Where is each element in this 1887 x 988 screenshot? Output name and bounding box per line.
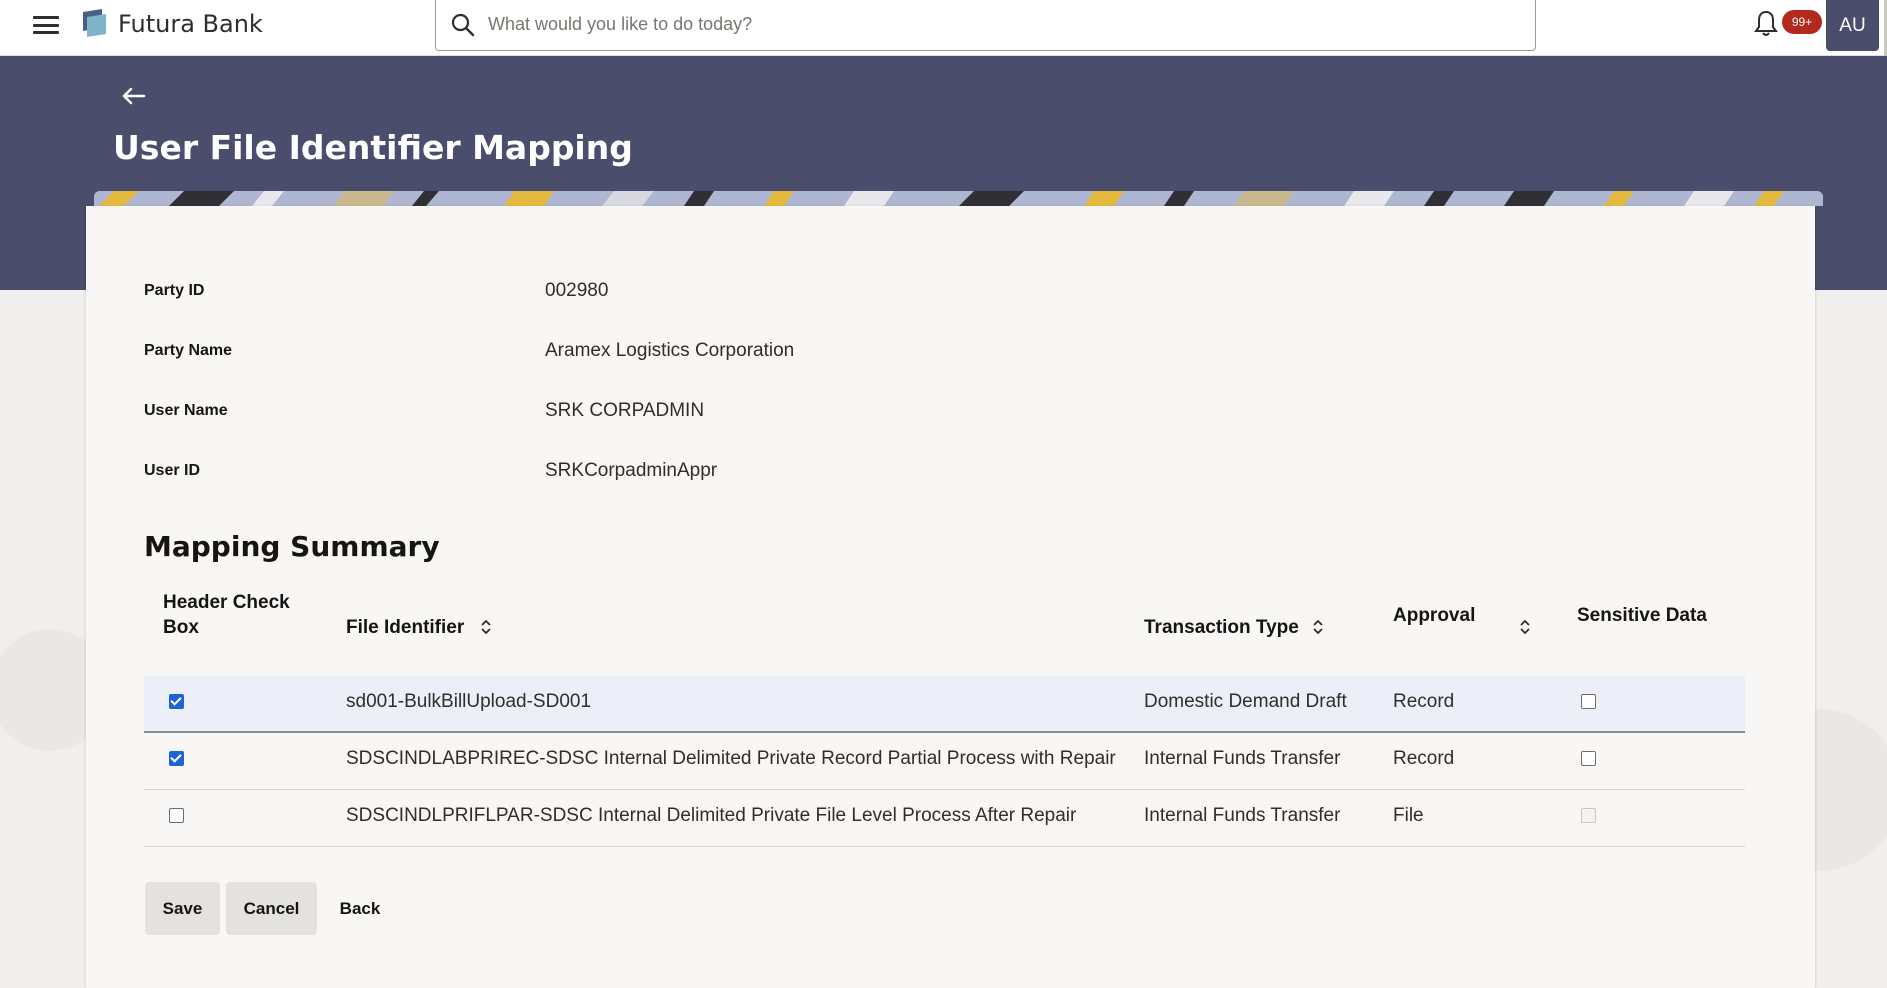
column-file-identifier[interactable]: File Identifier	[346, 615, 464, 640]
column-sensitive-data[interactable]: Sensitive Data	[1577, 603, 1707, 628]
table-row[interactable]: sd001-BulkBillUpload-SD001 Domestic Dema…	[144, 676, 1745, 733]
sort-approval-icon[interactable]	[1518, 617, 1532, 637]
sensitive-data-checkbox[interactable]	[1581, 751, 1596, 766]
row-checkbox[interactable]	[169, 694, 184, 709]
party-id-label: Party ID	[144, 282, 205, 299]
sensitive-data-checkbox[interactable]	[1581, 694, 1596, 709]
transaction-type-cell: Internal Funds Transfer	[1144, 748, 1341, 769]
column-header-check-box-line2: Box	[163, 617, 199, 638]
sensitive-data-checkbox-disabled	[1581, 808, 1596, 823]
row-checkbox[interactable]	[169, 808, 184, 823]
party-name-label: Party Name	[144, 342, 233, 359]
approval-cell: File	[1393, 805, 1424, 826]
menu-icon[interactable]	[33, 14, 59, 36]
decorative-banner-strip	[94, 191, 1823, 206]
party-name-value: Aramex Logistics Corporation	[545, 340, 795, 361]
user-id-label: User ID	[144, 462, 201, 479]
notification-badge[interactable]: 99+	[1782, 10, 1822, 34]
page-title: User File Identifier Mapping	[113, 128, 633, 167]
sort-file-identifier-icon[interactable]	[479, 617, 493, 637]
avatar[interactable]: AU	[1826, 0, 1879, 51]
table-row[interactable]: SDSCINDLABPRIREC-SDSC Internal Delimited…	[144, 733, 1745, 790]
file-identifier-cell: SDSCINDLABPRIREC-SDSC Internal Delimited…	[346, 748, 1116, 769]
user-id-value: SRKCorpadminAppr	[545, 460, 718, 481]
transaction-type-cell: Domestic Demand Draft	[1144, 691, 1347, 712]
back-button[interactable]: Back	[330, 882, 390, 935]
approval-cell: Record	[1393, 691, 1455, 712]
mapping-summary-title: Mapping Summary	[144, 530, 440, 563]
search-icon	[451, 13, 475, 37]
approval-cell: Record	[1393, 748, 1455, 769]
brand-name[interactable]: Futura Bank	[118, 10, 263, 38]
user-name-value: SRK CORPADMIN	[545, 400, 705, 421]
transaction-type-cell: Internal Funds Transfer	[1144, 805, 1341, 826]
bell-icon[interactable]	[1752, 9, 1780, 39]
search-bar[interactable]	[435, 0, 1536, 51]
column-transaction-type[interactable]: Transaction Type	[1144, 615, 1299, 640]
column-header-check-box-line1: Header Check	[163, 592, 290, 613]
sort-transaction-type-icon[interactable]	[1311, 617, 1325, 637]
file-identifier-cell: sd001-BulkBillUpload-SD001	[346, 691, 592, 712]
back-arrow-icon[interactable]	[118, 80, 150, 112]
search-input[interactable]	[488, 8, 1488, 40]
content-card	[86, 206, 1815, 988]
user-name-label: User Name	[144, 402, 228, 419]
file-identifier-cell: SDSCINDLPRIFLPAR-SDSC Internal Delimited…	[346, 805, 1077, 826]
column-approval[interactable]: Approval	[1393, 603, 1475, 628]
party-id-value: 002980	[545, 280, 609, 301]
cancel-button[interactable]: Cancel	[226, 882, 317, 935]
row-checkbox[interactable]	[169, 751, 184, 766]
top-bar: Futura Bank 99+ AU	[0, 0, 1887, 56]
table-row[interactable]: SDSCINDLPRIFLPAR-SDSC Internal Delimited…	[144, 790, 1745, 847]
bank-logo-icon	[83, 9, 106, 37]
save-button[interactable]: Save	[145, 882, 220, 935]
